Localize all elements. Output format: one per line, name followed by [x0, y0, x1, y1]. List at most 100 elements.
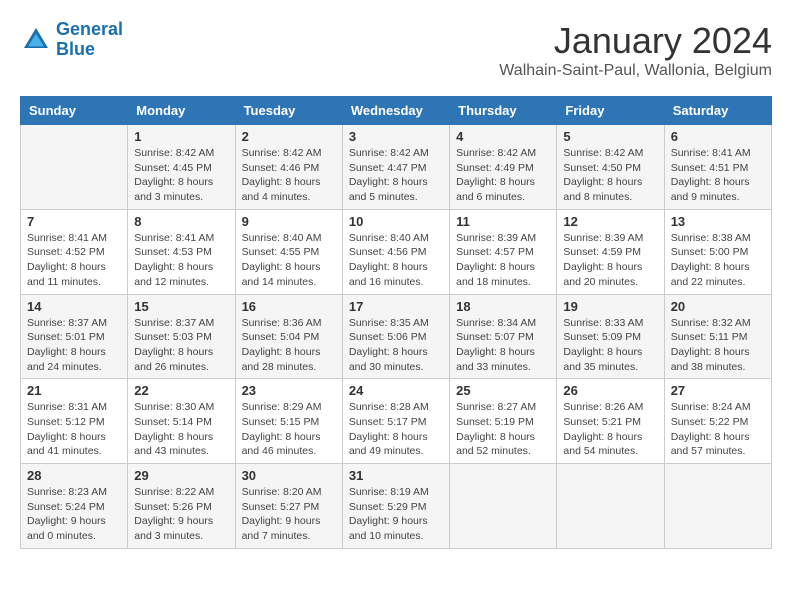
header-sunday: Sunday	[21, 97, 128, 125]
calendar-cell: 18 Sunrise: 8:34 AM Sunset: 5:07 PM Dayli…	[450, 294, 557, 379]
day-info: Sunrise: 8:26 AM Sunset: 5:21 PM Dayligh…	[563, 400, 657, 459]
day-number: 19	[563, 299, 657, 314]
header-thursday: Thursday	[450, 97, 557, 125]
title-block: January 2024 Walhain-Saint-Paul, Walloni…	[499, 20, 772, 80]
calendar-cell: 2Sunrise: 8:42 AM Sunset: 4:46 PM Daylig…	[235, 125, 342, 210]
calendar-cell: 23 Sunrise: 8:29 AM Sunset: 5:15 PM Dayli…	[235, 379, 342, 464]
day-number: 10	[349, 214, 443, 229]
calendar-cell: 21 Sunrise: 8:31 AM Sunset: 5:12 PM Dayli…	[21, 379, 128, 464]
week-row-1: 1Sunrise: 8:42 AM Sunset: 4:45 PM Daylig…	[21, 125, 772, 210]
header-saturday: Saturday	[664, 97, 771, 125]
day-number: 30	[242, 468, 336, 483]
location-subtitle: Walhain-Saint-Paul, Wallonia, Belgium	[499, 62, 772, 80]
logo-icon	[20, 24, 52, 56]
day-number: 6	[671, 129, 765, 144]
week-row-3: 14Sunrise: 8:37 AM Sunset: 5:01 PM Dayli…	[21, 294, 772, 379]
day-info: Sunrise: 8:27 AM Sunset: 5:19 PM Dayligh…	[456, 400, 550, 459]
day-number: 2	[242, 129, 336, 144]
calendar-cell: 31 Sunrise: 8:19 AM Sunset: 5:29 PM Dayli…	[342, 464, 449, 549]
day-info: Sunrise: 8:35 AM Sunset: 5:06 PM Dayligh…	[349, 316, 443, 375]
day-info: Sunrise: 8:41 AM Sunset: 4:52 PM Dayligh…	[27, 231, 121, 290]
calendar-cell: 3 Sunrise: 8:42 AM Sunset: 4:47 PM Daylig…	[342, 125, 449, 210]
day-info: Sunrise: 8:40 AM Sunset: 4:55 PM Dayligh…	[242, 231, 336, 290]
calendar-cell: 4 Sunrise: 8:42 AM Sunset: 4:49 PM Daylig…	[450, 125, 557, 210]
day-number: 13	[671, 214, 765, 229]
calendar-table: SundayMondayTuesdayWednesdayThursdayFrid…	[20, 96, 772, 549]
header-wednesday: Wednesday	[342, 97, 449, 125]
header-friday: Friday	[557, 97, 664, 125]
day-info: Sunrise: 8:19 AM Sunset: 5:29 PM Dayligh…	[349, 485, 443, 544]
day-info: Sunrise: 8:29 AM Sunset: 5:15 PM Dayligh…	[242, 400, 336, 459]
calendar-cell: 13 Sunrise: 8:38 AM Sunset: 5:00 PM Dayli…	[664, 209, 771, 294]
calendar-cell: 22 Sunrise: 8:30 AM Sunset: 5:14 PM Dayli…	[128, 379, 235, 464]
calendar-cell: 17 Sunrise: 8:35 AM Sunset: 5:06 PM Dayli…	[342, 294, 449, 379]
page-header: General Blue January 2024 Walhain-Saint-…	[20, 20, 772, 80]
calendar-cell	[21, 125, 128, 210]
day-number: 16	[242, 299, 336, 314]
calendar-cell: 19Sunrise: 8:33 AM Sunset: 5:09 PM Dayli…	[557, 294, 664, 379]
calendar-cell: 12 Sunrise: 8:39 AM Sunset: 4:59 PM Dayli…	[557, 209, 664, 294]
day-number: 31	[349, 468, 443, 483]
day-number: 17	[349, 299, 443, 314]
day-info: Sunrise: 8:22 AM Sunset: 5:26 PM Dayligh…	[134, 485, 228, 544]
day-number: 27	[671, 383, 765, 398]
month-title: January 2024	[499, 20, 772, 62]
day-number: 4	[456, 129, 550, 144]
day-number: 12	[563, 214, 657, 229]
day-number: 11	[456, 214, 550, 229]
calendar-cell: 29Sunrise: 8:22 AM Sunset: 5:26 PM Dayli…	[128, 464, 235, 549]
calendar-cell: 7 Sunrise: 8:41 AM Sunset: 4:52 PM Daylig…	[21, 209, 128, 294]
day-number: 7	[27, 214, 121, 229]
calendar-cell: 20 Sunrise: 8:32 AM Sunset: 5:11 PM Dayli…	[664, 294, 771, 379]
calendar-cell	[557, 464, 664, 549]
day-number: 15	[134, 299, 228, 314]
calendar-cell: 8 Sunrise: 8:41 AM Sunset: 4:53 PM Daylig…	[128, 209, 235, 294]
week-row-5: 28Sunrise: 8:23 AM Sunset: 5:24 PM Dayli…	[21, 464, 772, 549]
day-info: Sunrise: 8:37 AM Sunset: 5:03 PM Dayligh…	[134, 316, 228, 375]
day-number: 8	[134, 214, 228, 229]
day-info: Sunrise: 8:38 AM Sunset: 5:00 PM Dayligh…	[671, 231, 765, 290]
calendar-cell: 16 Sunrise: 8:36 AM Sunset: 5:04 PM Dayli…	[235, 294, 342, 379]
day-info: Sunrise: 8:30 AM Sunset: 5:14 PM Dayligh…	[134, 400, 228, 459]
day-number: 26	[563, 383, 657, 398]
day-info: Sunrise: 8:40 AM Sunset: 4:56 PM Dayligh…	[349, 231, 443, 290]
day-info: Sunrise: 8:41 AM Sunset: 4:53 PM Dayligh…	[134, 231, 228, 290]
calendar-cell: 14Sunrise: 8:37 AM Sunset: 5:01 PM Dayli…	[21, 294, 128, 379]
day-info: Sunrise: 8:42 AM Sunset: 4:49 PM Dayligh…	[456, 146, 550, 205]
calendar-cell: 30 Sunrise: 8:20 AM Sunset: 5:27 PM Dayli…	[235, 464, 342, 549]
logo-line1: General	[56, 19, 123, 39]
calendar-cell: 5Sunrise: 8:42 AM Sunset: 4:50 PM Daylig…	[557, 125, 664, 210]
day-info: Sunrise: 8:31 AM Sunset: 5:12 PM Dayligh…	[27, 400, 121, 459]
calendar-cell	[664, 464, 771, 549]
week-row-2: 7 Sunrise: 8:41 AM Sunset: 4:52 PM Daylig…	[21, 209, 772, 294]
day-info: Sunrise: 8:20 AM Sunset: 5:27 PM Dayligh…	[242, 485, 336, 544]
day-number: 21	[27, 383, 121, 398]
day-info: Sunrise: 8:39 AM Sunset: 4:59 PM Dayligh…	[563, 231, 657, 290]
day-info: Sunrise: 8:36 AM Sunset: 5:04 PM Dayligh…	[242, 316, 336, 375]
day-number: 18	[456, 299, 550, 314]
logo: General Blue	[20, 20, 123, 60]
day-number: 23	[242, 383, 336, 398]
day-number: 24	[349, 383, 443, 398]
day-number: 9	[242, 214, 336, 229]
day-number: 22	[134, 383, 228, 398]
day-number: 3	[349, 129, 443, 144]
day-info: Sunrise: 8:34 AM Sunset: 5:07 PM Dayligh…	[456, 316, 550, 375]
day-number: 14	[27, 299, 121, 314]
calendar-cell: 26 Sunrise: 8:26 AM Sunset: 5:21 PM Dayli…	[557, 379, 664, 464]
day-number: 20	[671, 299, 765, 314]
calendar-cell: 10 Sunrise: 8:40 AM Sunset: 4:56 PM Dayli…	[342, 209, 449, 294]
header-tuesday: Tuesday	[235, 97, 342, 125]
day-info: Sunrise: 8:41 AM Sunset: 4:51 PM Dayligh…	[671, 146, 765, 205]
week-row-4: 21 Sunrise: 8:31 AM Sunset: 5:12 PM Dayli…	[21, 379, 772, 464]
calendar-cell: 24Sunrise: 8:28 AM Sunset: 5:17 PM Dayli…	[342, 379, 449, 464]
calendar-cell: 28Sunrise: 8:23 AM Sunset: 5:24 PM Dayli…	[21, 464, 128, 549]
day-info: Sunrise: 8:42 AM Sunset: 4:47 PM Dayligh…	[349, 146, 443, 205]
calendar-cell: 1Sunrise: 8:42 AM Sunset: 4:45 PM Daylig…	[128, 125, 235, 210]
calendar-cell: 27Sunrise: 8:24 AM Sunset: 5:22 PM Dayli…	[664, 379, 771, 464]
calendar-cell: 6 Sunrise: 8:41 AM Sunset: 4:51 PM Daylig…	[664, 125, 771, 210]
calendar-cell: 11Sunrise: 8:39 AM Sunset: 4:57 PM Dayli…	[450, 209, 557, 294]
day-info: Sunrise: 8:42 AM Sunset: 4:45 PM Dayligh…	[134, 146, 228, 205]
day-info: Sunrise: 8:32 AM Sunset: 5:11 PM Dayligh…	[671, 316, 765, 375]
calendar-cell: 25Sunrise: 8:27 AM Sunset: 5:19 PM Dayli…	[450, 379, 557, 464]
